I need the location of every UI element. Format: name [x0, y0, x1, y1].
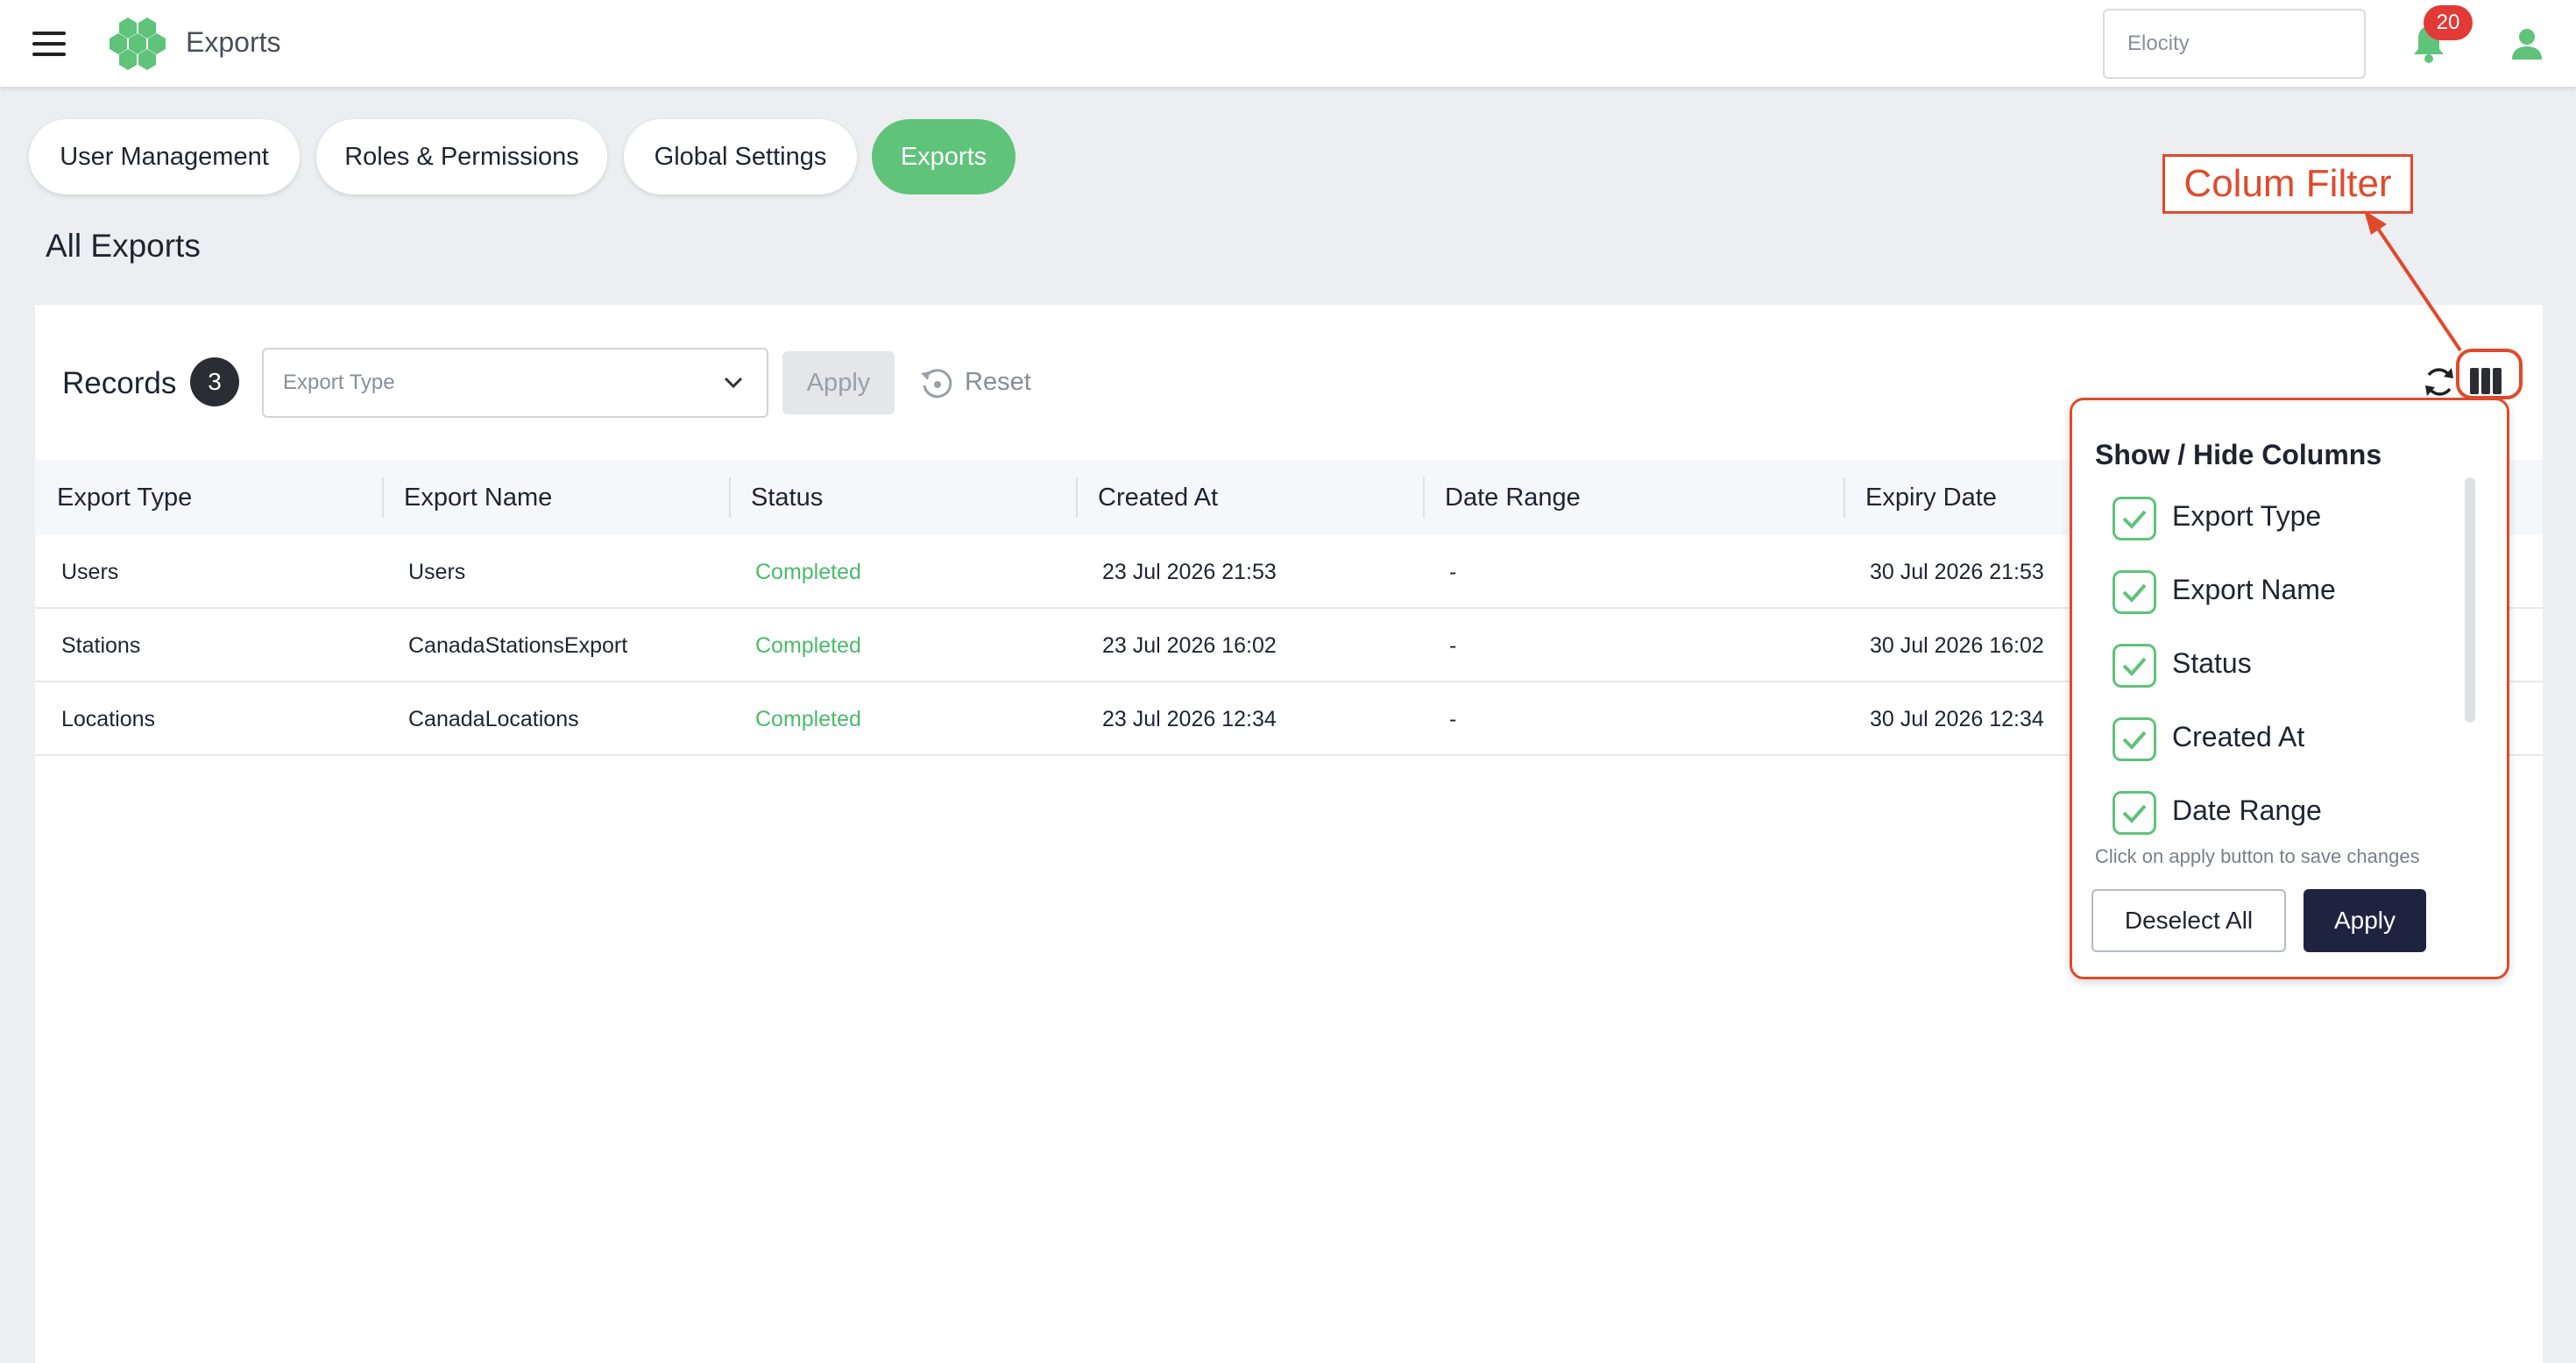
- refresh-icon[interactable]: [2422, 364, 2457, 399]
- cell-export-type: Stations: [61, 633, 141, 658]
- column-option-label: Export Type: [2172, 500, 2322, 532]
- top-bar: Exports Elocity 20: [0, 0, 2576, 87]
- tab-user-management[interactable]: User Management: [29, 119, 300, 194]
- apply-columns-button[interactable]: Apply: [2304, 889, 2426, 952]
- records-count-badge: 3: [190, 357, 239, 406]
- organization-select[interactable]: Elocity: [2103, 9, 2366, 79]
- logo-icon: [110, 18, 166, 70]
- user-icon[interactable]: [2509, 26, 2544, 61]
- annotation-label: Colum Filter: [2162, 154, 2413, 214]
- reset-icon[interactable]: [919, 364, 956, 401]
- records-label: Records: [62, 366, 177, 400]
- cell-created-at: 23 Jul 2026 21:53: [1102, 560, 1277, 584]
- popup-hint: Click on apply button to save changes: [2095, 845, 2420, 867]
- check-icon: [2122, 657, 2147, 676]
- check-icon: [2122, 804, 2147, 823]
- cell-created-at: 23 Jul 2026 12:34: [1102, 707, 1277, 731]
- cell-export-type: Users: [61, 560, 119, 584]
- cell-date-range: -: [1449, 707, 1457, 731]
- column-filter-popup: Show / Hide Columns Export Type Export N…: [2070, 398, 2509, 979]
- column-option-label: Export Name: [2172, 574, 2336, 605]
- deselect-all-button[interactable]: Deselect All: [2091, 889, 2286, 952]
- cell-expiry-date: 30 Jul 2026 21:53: [1870, 560, 2044, 584]
- tab-roles-permissions[interactable]: Roles & Permissions: [316, 119, 607, 194]
- cell-status: Completed: [755, 707, 861, 731]
- reset-button[interactable]: Reset: [965, 368, 1031, 397]
- app-title: Exports: [186, 26, 281, 58]
- column-header-created-at[interactable]: Created At: [1076, 460, 1218, 535]
- column-option-label: Status: [2172, 647, 2252, 679]
- cell-export-name: CanadaLocations: [408, 707, 579, 731]
- column-header-status[interactable]: Status: [729, 460, 823, 535]
- tab-exports[interactable]: Exports: [872, 119, 1016, 194]
- cell-created-at: 23 Jul 2026 16:02: [1102, 633, 1277, 658]
- cell-status: Completed: [755, 560, 861, 584]
- column-option-label: Date Range: [2172, 794, 2322, 826]
- cell-expiry-date: 30 Jul 2026 16:02: [1870, 633, 2044, 658]
- tab-global-settings[interactable]: Global Settings: [624, 119, 857, 194]
- column-header-expiry-date[interactable]: Expiry Date: [1844, 460, 1997, 535]
- notification-badge: 20: [2424, 5, 2473, 40]
- column-header-export-name[interactable]: Export Name: [382, 460, 552, 535]
- check-icon: [2122, 583, 2147, 603]
- columns-icon[interactable]: [2470, 368, 2502, 394]
- chevron-down-icon: [724, 377, 743, 389]
- cell-export-name: Users: [408, 560, 466, 584]
- cell-date-range: -: [1449, 633, 1457, 658]
- column-header-date-range[interactable]: Date Range: [1423, 460, 1581, 535]
- popup-title: Show / Hide Columns: [2095, 439, 2382, 470]
- menu-icon[interactable]: [32, 32, 66, 56]
- column-option-label: Created At: [2172, 721, 2305, 752]
- column-header-export-type[interactable]: Export Type: [35, 460, 192, 535]
- export-type-placeholder: Export Type: [283, 371, 395, 394]
- export-type-select[interactable]: Export Type: [262, 348, 768, 418]
- apply-filter-button[interactable]: Apply: [782, 351, 895, 414]
- cell-export-name: CanadaStationsExport: [408, 633, 628, 658]
- cell-expiry-date: 30 Jul 2026 12:34: [1870, 707, 2044, 731]
- popup-scrollbar[interactable]: [2465, 477, 2475, 723]
- check-icon: [2122, 510, 2147, 529]
- cell-date-range: -: [1449, 560, 1457, 584]
- page-title: All Exports: [46, 228, 201, 264]
- cell-export-type: Locations: [61, 707, 156, 731]
- check-icon: [2122, 731, 2147, 750]
- cell-status: Completed: [755, 633, 861, 658]
